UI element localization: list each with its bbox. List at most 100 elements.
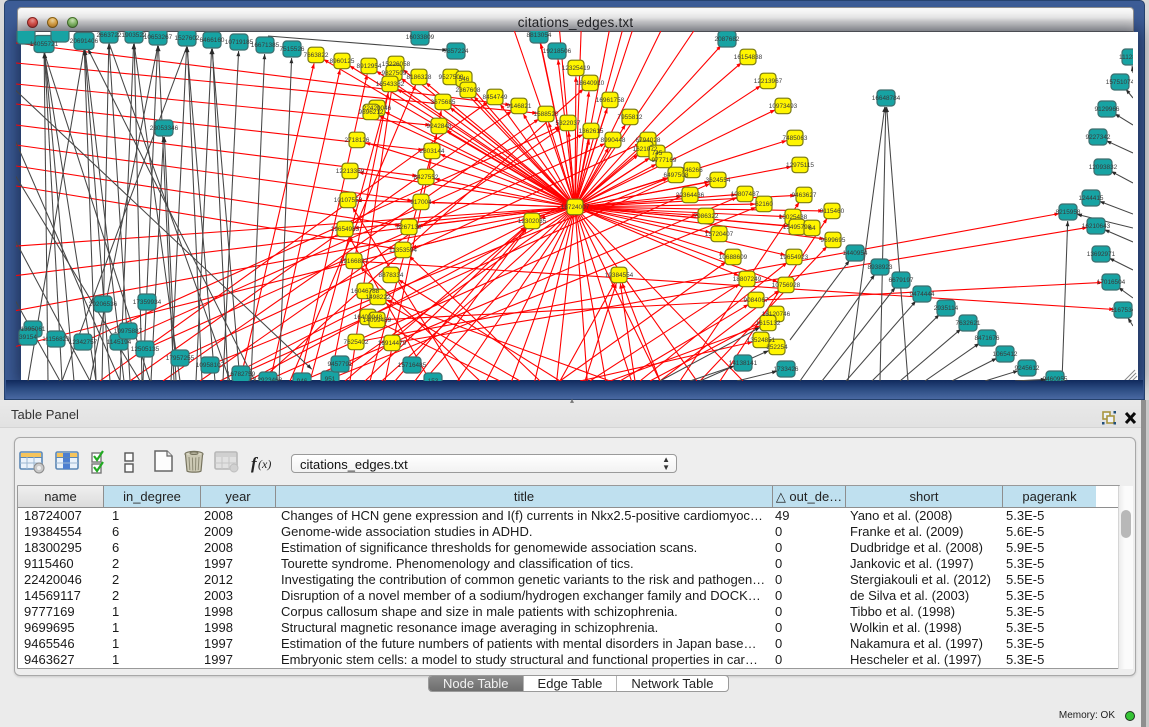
svg-text:8813054: 8813054 (527, 32, 552, 39)
svg-text:15751074: 15751074 (1106, 79, 1133, 86)
svg-text:64: 64 (808, 225, 816, 232)
svg-text:1498222: 1498222 (366, 294, 391, 301)
svg-text:8938923: 8938923 (868, 264, 893, 271)
svg-text:8454749: 8454749 (483, 94, 508, 101)
svg-text:11156829: 11156829 (42, 336, 70, 343)
svg-text:10025438: 10025438 (779, 214, 808, 221)
svg-text:(x): (x) (258, 457, 271, 471)
svg-text:7986322: 7986322 (694, 213, 719, 220)
svg-text:11353594: 11353594 (389, 247, 417, 254)
svg-text:3624554: 3624554 (706, 177, 731, 184)
svg-text:10958107: 10958107 (196, 362, 225, 369)
svg-text:546: 546 (459, 76, 470, 83)
svg-text:14055721: 14055721 (30, 41, 59, 48)
svg-text:1362615: 1362615 (579, 128, 604, 135)
svg-text:2367608: 2367608 (456, 87, 481, 94)
svg-text:1615132: 1615132 (756, 320, 781, 327)
svg-text:12923468: 12923468 (254, 377, 283, 381)
svg-text:16210643: 16210643 (1082, 223, 1111, 230)
svg-text:6466160: 6466160 (200, 37, 225, 44)
svg-text:9129966: 9129966 (1095, 106, 1120, 113)
svg-text:18807249: 18807249 (733, 276, 762, 283)
svg-text:15720407: 15720407 (705, 231, 734, 238)
svg-text:18640910: 18640910 (576, 80, 605, 87)
svg-text:2087682: 2087682 (715, 36, 740, 43)
svg-text:17016504: 17016504 (1097, 279, 1126, 286)
svg-text:1167534: 1167534 (1111, 307, 1133, 314)
svg-text:7515526: 7515526 (280, 46, 305, 53)
svg-text:10719185: 10719185 (225, 39, 254, 46)
svg-text:9460955: 9460955 (1043, 376, 1068, 381)
svg-text:2935114: 2935114 (934, 305, 959, 312)
svg-text:16648784: 16648784 (872, 95, 901, 102)
svg-text:9474444: 9474444 (910, 291, 935, 298)
svg-text:8878334: 8878334 (379, 272, 404, 279)
svg-text:946: 946 (297, 378, 308, 381)
svg-text:16914479: 16914479 (378, 340, 407, 347)
svg-text:9777169: 9777169 (652, 157, 677, 164)
svg-text:8267130: 8267130 (397, 224, 422, 231)
svg-text:28053346: 28053346 (150, 125, 179, 132)
svg-text:39154: 39154 (19, 334, 37, 341)
svg-text:9896212: 9896212 (359, 109, 384, 116)
svg-text:12213369: 12213369 (336, 168, 365, 175)
svg-text:9146821: 9146821 (507, 103, 532, 110)
svg-text:10688609: 10688609 (719, 254, 748, 261)
svg-text:10107552: 10107552 (334, 197, 363, 204)
svg-text:9115460: 9115460 (820, 208, 845, 215)
svg-text:15495798: 15495798 (783, 224, 812, 231)
svg-text:18724007: 18724007 (561, 204, 590, 211)
svg-text:9227342: 9227342 (1086, 134, 1111, 141)
svg-text:20206536: 20206536 (89, 301, 118, 308)
svg-text:16671385: 16671385 (251, 42, 280, 49)
svg-text:12093832: 12093832 (1089, 164, 1118, 171)
svg-text:1440954: 1440954 (843, 250, 868, 257)
svg-text:12975115: 12975115 (786, 162, 814, 169)
svg-text:6794028: 6794028 (636, 137, 661, 144)
svg-text:8912954: 8912954 (357, 63, 382, 70)
svg-text:17359934: 17359934 (133, 299, 162, 306)
svg-text:1733426: 1733426 (774, 366, 799, 373)
svg-text:20364436: 20364436 (676, 192, 705, 199)
svg-text:917004: 917004 (410, 199, 432, 206)
svg-text:19166827: 19166827 (340, 258, 369, 265)
svg-text:16033809: 16033809 (406, 34, 435, 41)
svg-text:10973493: 10973493 (769, 103, 798, 110)
svg-text:9245612: 9245612 (1015, 365, 1040, 372)
svg-text:7485063: 7485063 (783, 135, 808, 142)
svg-text:153: 153 (428, 378, 439, 381)
svg-text:13692971: 13692971 (1087, 251, 1116, 258)
svg-text:2803144: 2803144 (420, 148, 445, 155)
svg-text:745: 745 (652, 150, 663, 157)
svg-text:10975887: 10975887 (114, 328, 143, 335)
svg-text:9463627: 9463627 (792, 192, 817, 199)
svg-text:951: 951 (325, 376, 336, 381)
svg-text:19654923: 19654923 (780, 254, 809, 261)
svg-text:12325419: 12325419 (562, 65, 591, 72)
svg-text:9457791: 9457791 (328, 361, 353, 368)
svg-text:8471676: 8471676 (975, 335, 1000, 342)
svg-text:15226058: 15226058 (382, 61, 411, 68)
svg-text:10653267: 10653267 (144, 34, 173, 41)
svg-text:13524851: 13524851 (747, 337, 776, 344)
svg-text:19218506: 19218506 (543, 48, 572, 55)
svg-text:16782759: 16782759 (227, 371, 256, 378)
svg-text:1588520: 1588520 (534, 111, 559, 118)
svg-text:5322037: 5322037 (556, 120, 581, 127)
svg-text:16961758: 16961758 (596, 97, 625, 104)
svg-text:9084067: 9084067 (744, 297, 769, 304)
svg-text:7625402: 7625402 (344, 339, 369, 346)
svg-text:15716485: 15716485 (398, 362, 427, 369)
svg-text:1395061: 1395061 (21, 326, 46, 333)
svg-text:1244415: 1244415 (1079, 195, 1104, 202)
svg-text:62160: 62160 (755, 201, 773, 208)
svg-text:14138141: 14138141 (729, 360, 758, 367)
svg-text:1527602: 1527602 (175, 35, 200, 42)
svg-text:1065412: 1065412 (993, 351, 1018, 358)
svg-text:19384554: 19384554 (605, 272, 634, 279)
svg-text:10756928: 10756928 (772, 282, 801, 289)
svg-text:8186328: 8186328 (407, 74, 432, 81)
svg-text:1112856: 1112856 (1119, 54, 1133, 61)
svg-text:16120746: 16120746 (762, 311, 791, 318)
svg-text:12505135: 12505135 (131, 346, 160, 353)
